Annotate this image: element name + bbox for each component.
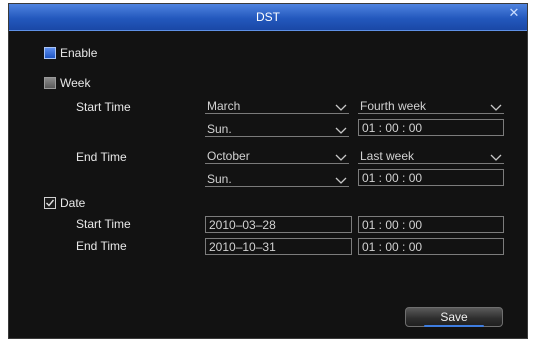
week-end-time-value: 01 : 00 : 00 <box>362 171 423 185</box>
chevron-down-icon <box>335 127 347 134</box>
chevron-down-icon <box>335 154 347 161</box>
save-button[interactable]: Save <box>405 307 503 327</box>
date-mode-label: Date <box>60 196 86 210</box>
week-end-week-select[interactable]: Last week <box>358 148 504 164</box>
week-end-time-field[interactable]: 01 : 00 : 00 <box>358 169 504 186</box>
chevron-down-icon <box>490 104 502 111</box>
week-start-day-value: Sun. <box>207 122 232 136</box>
week-start-time-field[interactable]: 01 : 00 : 00 <box>358 119 504 136</box>
week-start-time-label: Start Time <box>76 100 131 114</box>
week-end-day-value: Sun. <box>207 172 232 186</box>
chevron-down-icon <box>335 177 347 184</box>
week-start-time-value: 01 : 00 : 00 <box>362 121 423 135</box>
date-start-time-label: Start Time <box>76 217 131 231</box>
week-start-month-value: March <box>207 99 241 113</box>
date-start-time-value: 01 : 00 : 00 <box>362 218 423 232</box>
save-button-highlight <box>424 325 484 327</box>
date-end-time-label: End Time <box>76 239 127 253</box>
chevron-down-icon <box>490 154 502 161</box>
checkmark-icon <box>46 199 55 207</box>
dialog-title: DST <box>256 10 280 24</box>
date-start-time-field[interactable]: 01 : 00 : 00 <box>358 216 504 233</box>
date-start-date-value: 2010–03–28 <box>209 218 276 232</box>
enable-label: Enable <box>60 46 98 60</box>
week-end-day-select[interactable]: Sun. <box>205 171 349 187</box>
week-start-week-select[interactable]: Fourth week <box>358 98 504 114</box>
close-icon[interactable]: ✕ <box>507 6 521 20</box>
save-button-label: Save <box>440 310 468 324</box>
chevron-down-icon <box>335 104 347 111</box>
title-bar: DST ✕ <box>9 4 527 31</box>
week-end-time-label: End Time <box>76 150 127 164</box>
date-start-date-field[interactable]: 2010–03–28 <box>205 216 352 233</box>
week-end-month-value: October <box>207 149 250 163</box>
week-mode-label: Week <box>60 76 91 90</box>
date-end-date-field[interactable]: 2010–10–31 <box>205 238 352 255</box>
week-end-month-select[interactable]: October <box>205 148 349 164</box>
dst-dialog: DST ✕ Enable Week Start Time March Fourt… <box>8 3 528 339</box>
week-start-month-select[interactable]: March <box>205 98 349 114</box>
enable-checkbox[interactable] <box>44 47 56 59</box>
date-mode-checkbox[interactable] <box>44 197 56 209</box>
date-end-time-value: 01 : 00 : 00 <box>362 240 423 254</box>
date-end-time-field[interactable]: 01 : 00 : 00 <box>358 238 504 255</box>
week-mode-checkbox[interactable] <box>44 77 56 89</box>
week-start-week-value: Fourth week <box>360 99 427 113</box>
date-end-date-value: 2010–10–31 <box>209 240 276 254</box>
week-start-day-select[interactable]: Sun. <box>205 121 349 137</box>
week-end-week-value: Last week <box>360 149 415 163</box>
